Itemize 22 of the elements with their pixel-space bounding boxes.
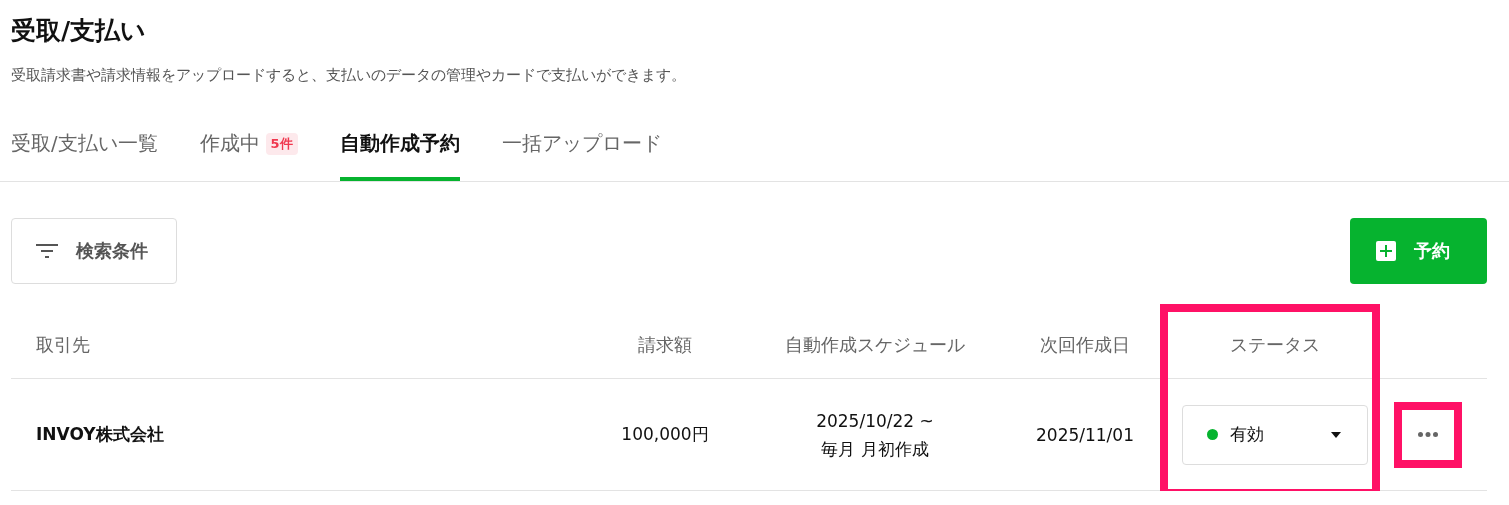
filter-icon xyxy=(36,243,58,259)
column-header: ステータス xyxy=(1230,333,1320,357)
column-header: 次回作成日 xyxy=(1040,333,1130,357)
tab[interactable]: 自動作成予約 xyxy=(339,130,460,181)
filter-button[interactable]: 検索条件 xyxy=(11,218,177,284)
partner-name: INVOY株式会社 xyxy=(36,423,164,446)
schedule-cell-text: 2025/10/22 ~ 毎月 月初作成 xyxy=(816,409,934,461)
plus-icon xyxy=(1376,241,1396,261)
page-description: 受取請求書や請求情報をアップロードすると、支払いのデータの管理やカードで支払いができます。 xyxy=(11,66,686,85)
page-title: 受取/支払い xyxy=(11,15,147,47)
caret-icon xyxy=(1331,431,1341,438)
column-header: 自動作成スケジュール xyxy=(785,333,965,357)
column-header: 請求額 xyxy=(638,333,692,357)
tab[interactable]: 作成中 5件 xyxy=(199,130,298,181)
tab[interactable]: 一括アップロード xyxy=(501,130,662,181)
amount-cell: 100,000円 xyxy=(621,423,709,446)
more-icon xyxy=(1417,432,1438,437)
next-date-cell: 2025/11/01 xyxy=(1036,424,1134,445)
column-header: 取引先 xyxy=(36,333,90,357)
count-badge: 5件 xyxy=(265,132,298,155)
status-dropdown[interactable]: 有効 xyxy=(1182,404,1368,465)
tab[interactable]: 受取/支払い一覧 xyxy=(11,130,158,181)
